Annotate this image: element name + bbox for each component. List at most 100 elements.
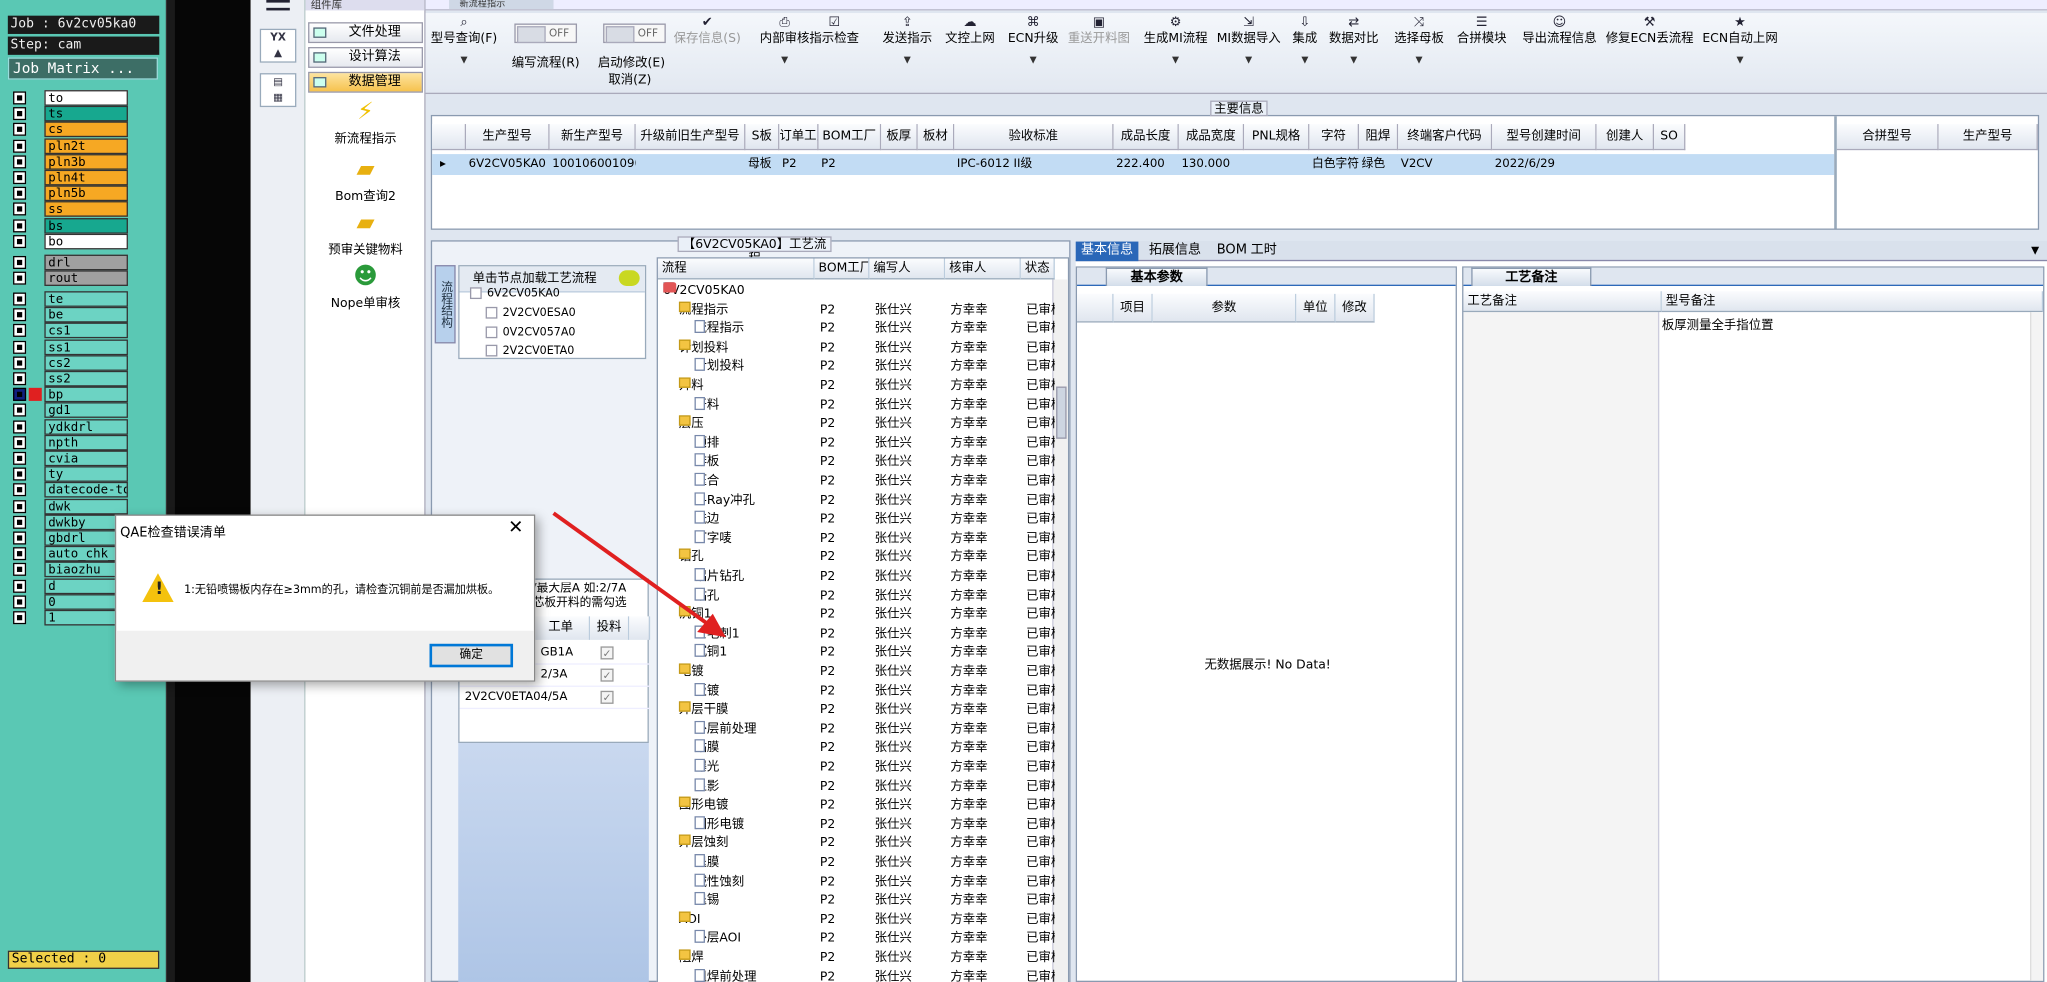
process-row[interactable]: −外层干膜P2张仕兴方幸幸已审核 <box>658 701 1055 720</box>
tab-extended-info[interactable]: 拓展信息 <box>1144 242 1207 262</box>
layer-row[interactable]: gd1 <box>10 402 130 419</box>
layer-row[interactable]: bp <box>10 386 130 403</box>
process-row[interactable]: 铣边P2张仕兴方幸幸已审核 <box>658 510 1055 530</box>
master-cell[interactable]: 222.400 <box>1114 154 1179 175</box>
layer-row[interactable]: ts <box>10 106 130 122</box>
feed-checkbox[interactable]: ✓ <box>600 668 614 682</box>
process-row[interactable]: X-Ray冲孔P2张仕兴方幸幸已审核 <box>658 491 1055 511</box>
layer-checkbox[interactable] <box>13 91 27 105</box>
layer-name[interactable]: pln4t <box>44 169 128 186</box>
layer-checkbox[interactable] <box>13 547 27 561</box>
dropdown-arrow-icon[interactable]: ▼ <box>2031 244 2039 256</box>
master-cell[interactable] <box>881 154 918 175</box>
master-col-header[interactable]: 成品宽度 <box>1178 124 1245 151</box>
process-col-header[interactable]: BOM工厂 <box>814 258 870 280</box>
image-toolbar-button[interactable]: ▣ 重送开料图 <box>1068 16 1130 47</box>
layer-row[interactable]: dwkby <box>10 514 130 530</box>
layer-name[interactable]: cvia <box>44 450 128 467</box>
master-cell[interactable] <box>918 154 955 175</box>
feed-checkbox[interactable]: ✓ <box>600 646 614 660</box>
network-toolbar-button[interactable]: ⌘ ECN升级 ▼ <box>1008 16 1059 68</box>
master-cell[interactable] <box>1244 154 1309 175</box>
process-row[interactable]: 退锡P2张仕兴方幸幸已审核 <box>658 892 1055 911</box>
chevron-down-icon[interactable]: ▼ <box>883 52 933 68</box>
layer-checkbox[interactable] <box>13 404 27 418</box>
layer-name[interactable]: rout <box>44 270 128 287</box>
layer-row[interactable]: ss <box>10 201 130 218</box>
layer-row[interactable]: cvia <box>10 450 130 467</box>
chevron-down-icon[interactable]: ▼ <box>1217 52 1281 68</box>
layer-checkbox[interactable] <box>13 340 27 354</box>
chevron-down-icon[interactable]: ▼ <box>760 52 810 68</box>
upload-toolbar-button[interactable]: ⇪ 发送指示 ▼ <box>883 16 933 68</box>
layer-row[interactable]: drl <box>10 254 130 271</box>
layer-checkbox[interactable] <box>13 356 27 370</box>
process-row[interactable]: −流程指示P2张仕兴方幸幸已审核 <box>658 301 1055 320</box>
material-col-header[interactable]: 投料 <box>590 616 630 640</box>
process-row[interactable]: 曝光P2张仕兴方幸幸已审核 <box>658 758 1055 778</box>
layer-row[interactable]: datecode-to <box>10 482 130 499</box>
process-row[interactable]: 外层AOIP2张仕兴方幸幸已审核 <box>658 930 1055 949</box>
import-toolbar-button[interactable]: ⇲ MI数据导入 ▼ <box>1217 16 1281 68</box>
master-col-header[interactable]: 升级前旧生产型号 <box>635 124 746 151</box>
layer-checkbox[interactable] <box>13 388 27 402</box>
layer-name[interactable]: npth <box>44 434 128 451</box>
star-toolbar-button[interactable]: ★ ECN自动上网 ▼ <box>1702 16 1777 68</box>
file-processing-button[interactable]: 文件处理 <box>308 22 423 44</box>
process-row[interactable]: −沉铜1P2张仕兴方幸幸已审核 <box>658 606 1055 625</box>
layer-name[interactable]: pln3b <box>44 153 128 170</box>
wrench-toolbar-button[interactable]: ⚒ 修复ECN丢流程 <box>1606 16 1694 47</box>
layer-row[interactable]: pln5b <box>10 185 130 202</box>
master-cell[interactable] <box>1597 154 1654 175</box>
prereview-material-item[interactable]: ▰ 预审关键物料 <box>311 210 421 258</box>
master-col-header[interactable]: 验收标准 <box>954 124 1114 151</box>
layer-name[interactable]: bp <box>44 386 128 403</box>
tab-process-remark[interactable]: 工艺备注 <box>1471 267 1592 286</box>
layer-row[interactable]: ydkdrl <box>10 418 130 435</box>
close-icon[interactable]: ✕ <box>508 518 523 536</box>
layer-checkbox[interactable] <box>13 563 27 577</box>
chevron-down-icon[interactable]: ▼ <box>1292 52 1317 68</box>
design-algorithm-button[interactable]: 设计算法 <box>308 47 423 68</box>
layer-row[interactable]: cs2 <box>10 354 130 371</box>
process-row[interactable]: −阻焊P2张仕兴方幸幸已审核 <box>658 949 1055 968</box>
master-cell[interactable] <box>1654 154 1685 175</box>
layer-name[interactable]: pln2t <box>44 137 128 154</box>
layer-name[interactable]: pln5b <box>44 185 128 202</box>
process-row[interactable]: −6V2CV05KA0 <box>658 282 1050 301</box>
master-cell[interactable]: P2 <box>779 154 818 175</box>
master-col-header[interactable]: PNL规格 <box>1244 124 1310 151</box>
clipboard-toolbar-button[interactable]: ☑ 指示检查 <box>809 16 859 47</box>
calculator-icon[interactable]: ▤ ▦ <box>259 73 297 108</box>
layer-row[interactable]: ss2 <box>10 370 130 387</box>
prod-model-header[interactable]: 生产型号 <box>1938 124 2038 151</box>
new-process-instruction-item[interactable]: ⚡ 新流程指示 <box>311 99 421 147</box>
layer-row[interactable]: pln3b <box>10 153 130 170</box>
edit-flow-toggle[interactable]: OFF <box>514 23 578 44</box>
download-toolbar-button[interactable]: ⇩ 集成 ▼ <box>1292 16 1317 68</box>
remark-scrollbar[interactable] <box>2030 312 2044 981</box>
process-row[interactable]: 预排P2张仕兴方幸幸已审核 <box>658 434 1055 454</box>
list-toolbar-button[interactable]: ☰ 合拼模块 <box>1457 16 1507 47</box>
layer-name[interactable]: ss <box>44 201 128 218</box>
process-row[interactable]: 去毛刺1P2张仕兴方幸幸已审核 <box>658 625 1055 644</box>
layer-name[interactable]: be <box>44 307 128 323</box>
process-row[interactable]: −电镀P2张仕兴方幸幸已审核 <box>658 663 1055 682</box>
process-row[interactable]: 钻孔P2张仕兴方幸幸已审核 <box>658 587 1055 606</box>
master-col-header[interactable]: 新生产型号 <box>549 124 636 151</box>
process-row[interactable]: 显影P2张仕兴方幸幸已审核 <box>658 777 1055 797</box>
nope-review-item[interactable]: ☻ Nope单审核 <box>311 263 421 311</box>
layer-checkbox[interactable] <box>13 579 27 593</box>
auto-modify-toggle[interactable]: OFF <box>603 23 666 44</box>
layer-row[interactable]: cs <box>10 121 130 138</box>
process-col-header[interactable]: 状态 <box>1020 258 1055 280</box>
tree-node[interactable]: 2V2CV0ETA0 <box>485 344 574 358</box>
col-process-remark[interactable]: 工艺备注 <box>1463 291 1662 313</box>
process-row[interactable]: 阻焊前处理P2张仕兴方幸幸已审核 <box>658 968 1055 982</box>
process-row[interactable]: 排板P2张仕兴方幸幸已审核 <box>658 453 1055 473</box>
bom-query-item[interactable]: ▰ Bom查询2 <box>311 156 421 204</box>
process-row[interactable]: 沉铜1P2张仕兴方幸幸已审核 <box>658 644 1055 663</box>
material-row[interactable]: 2V2CV0ETA0 4/5A ✓ <box>459 687 651 710</box>
smile-toolbar-button[interactable]: ☺ 导出流程信息 <box>1522 16 1596 47</box>
layer-row[interactable]: pln4t <box>10 169 130 186</box>
